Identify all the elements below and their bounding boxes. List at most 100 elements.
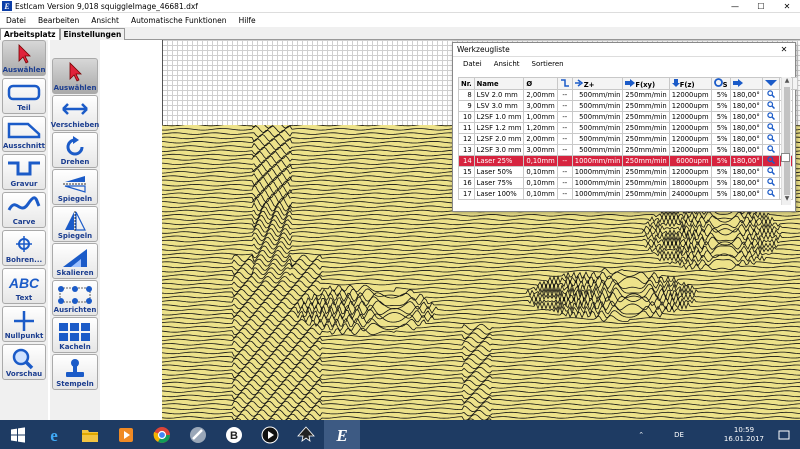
inkscape-icon[interactable]	[288, 420, 324, 449]
tool-search-icon[interactable]	[761, 144, 780, 156]
tool-cell: 250mm/min	[622, 177, 670, 189]
menu-automatische-funktionen[interactable]: Automatische Funktionen	[125, 16, 233, 25]
close-button[interactable]: ✕	[774, 0, 800, 13]
notification-icon[interactable]	[778, 429, 790, 441]
tool-auswaehlen-button[interactable]: Auswählen	[2, 40, 46, 76]
col-edit	[791, 77, 798, 90]
tool-bohren-button[interactable]: Bohren...	[2, 230, 46, 266]
col-stepover[interactable]	[729, 77, 763, 90]
tool-label: Carve	[12, 218, 36, 226]
col-name[interactable]: Name	[473, 77, 525, 90]
tool-cell: 500mm/min	[571, 89, 624, 101]
tool-gravur-button[interactable]: Gravur	[2, 154, 46, 190]
tool-list-menu-datei[interactable]: Datei	[463, 60, 482, 68]
maximize-button[interactable]: ☐	[748, 0, 774, 13]
transform-spiegeln-h-button[interactable]: Spiegeln	[52, 169, 98, 205]
tool-nullpunkt-button[interactable]: Nullpunkt	[2, 306, 46, 342]
tool-search-icon[interactable]	[761, 188, 780, 200]
tool-row[interactable]: 15 Laser 50% 0,10mm -- 1000mm/min 250mm/min 12…	[458, 166, 798, 178]
tool-search-icon[interactable]	[761, 177, 780, 189]
transform-auswaehlen-button[interactable]: Auswählen	[52, 58, 98, 94]
transform-toolbar: Auswählen Verschieben Drehen Spiegeln Sp…	[50, 40, 100, 420]
tool-cell: L2SF 1.2 mm	[473, 122, 525, 134]
panel-checkbox[interactable]	[781, 153, 790, 162]
transform-verschieben-button[interactable]: Verschieben	[51, 95, 99, 131]
play-circle-icon[interactable]	[252, 420, 288, 449]
tool-search-icon[interactable]	[761, 111, 780, 123]
col-tip-angle[interactable]	[761, 77, 780, 90]
tool-row[interactable]: 12 L2SF 2.0 mm 2,00mm -- 500mm/min 250mm/min 1…	[458, 133, 798, 145]
tool-ausschnitt-button[interactable]: Ausschnitt	[2, 116, 46, 152]
menu-bearbeiten[interactable]: Bearbeiten	[32, 16, 85, 25]
transform-stempeln-button[interactable]: Stempeln	[52, 354, 98, 390]
tool-cell: 1000mm/min	[571, 188, 624, 200]
menu-hilfe[interactable]: Hilfe	[233, 16, 262, 25]
tab-bar: Arbeitsplatz Einstellungen	[0, 27, 800, 40]
tool-text-button[interactable]: ABC Text	[2, 268, 46, 304]
clock[interactable]: 10:59 16.01.2017	[724, 426, 764, 444]
tool-list-scrollbar[interactable]: ▲ ▼	[781, 77, 791, 205]
tool-cell: 1,00mm	[523, 111, 558, 123]
tab-arbeitsplatz[interactable]: Arbeitsplatz	[0, 28, 60, 40]
tool-search-icon[interactable]	[761, 166, 780, 178]
chrome-icon[interactable]	[144, 420, 180, 449]
scroll-down-icon[interactable]: ▼	[782, 195, 792, 205]
tool-search-icon[interactable]	[761, 89, 780, 101]
tool-row[interactable]: 11 L2SF 1.2 mm 1,20mm -- 500mm/min 250mm/min 1…	[458, 122, 798, 134]
tool-carve-button[interactable]: Carve	[2, 192, 46, 228]
tool-search-icon[interactable]	[761, 122, 780, 134]
col-diameter[interactable]: Ø	[523, 77, 558, 90]
tool-label: Teil	[17, 104, 31, 112]
origin-cross-icon	[14, 311, 34, 331]
internet-explorer-icon[interactable]: e	[36, 420, 72, 449]
col-fz[interactable]: F(z)	[668, 77, 712, 90]
menu-datei[interactable]: Datei	[0, 16, 32, 25]
stamp-icon	[66, 359, 84, 377]
tool-row[interactable]: 10 L2SF 1.0 mm 1,00mm -- 500mm/min 250mm/min 1…	[458, 111, 798, 123]
tool-search-icon[interactable]	[761, 100, 780, 112]
tool-cell: --	[556, 188, 573, 200]
menu-ansicht[interactable]: Ansicht	[85, 16, 125, 25]
tool-list-close-button[interactable]: ✕	[773, 45, 795, 54]
file-explorer-icon[interactable]	[72, 420, 108, 449]
app-b-icon[interactable]: B	[216, 420, 252, 449]
tool-cell: L2SF 2.0 mm	[473, 133, 525, 145]
input-language[interactable]: DE	[674, 431, 684, 439]
tool-row[interactable]: 14 Laser 25% 0,10mm -- 1000mm/min 250mm/min 60…	[458, 155, 798, 167]
tool-label: Auswählen	[53, 84, 97, 92]
tool-teil-button[interactable]: Teil	[2, 78, 46, 114]
estlcam-icon[interactable]: E	[324, 420, 360, 449]
tool-cell: 250mm/min	[622, 133, 670, 145]
col-angle[interactable]	[556, 77, 573, 90]
tool-search-icon[interactable]	[761, 133, 780, 145]
tool-row[interactable]: 9 LSV 3.0 mm 3,00mm -- 500mm/min 250mm/min 120…	[458, 100, 798, 112]
tab-einstellungen[interactable]: Einstellungen	[59, 28, 126, 40]
col-speed[interactable]: S	[710, 77, 731, 90]
scroll-up-icon[interactable]: ▲	[782, 77, 792, 87]
tool-cell: 180,00°	[729, 144, 763, 156]
tool-vorschau-button[interactable]: Vorschau	[2, 344, 46, 380]
col-nr[interactable]: Nr.	[458, 77, 475, 90]
media-player-icon[interactable]	[108, 420, 144, 449]
col-zplus[interactable]: Z+	[571, 77, 624, 90]
transform-drehen-button[interactable]: Drehen	[52, 132, 98, 168]
tool-list-menu-ansicht[interactable]: Ansicht	[494, 60, 520, 68]
tool-row[interactable]: 8 LSV 2.0 mm 2,00mm -- 500mm/min 250mm/min 120…	[458, 89, 798, 101]
tool-icon[interactable]	[180, 420, 216, 449]
scroll-thumb[interactable]	[784, 87, 790, 195]
tool-row[interactable]: 16 Laser 75% 0,10mm -- 1000mm/min 250mm/min 18…	[458, 177, 798, 189]
transform-skalieren-button[interactable]: Skalieren	[52, 243, 98, 279]
minimize-button[interactable]: —	[722, 0, 748, 13]
transform-spiegeln-v-button[interactable]: Spiegeln	[52, 206, 98, 242]
tool-list-window[interactable]: Werkzeugliste ✕ Datei Ansicht Sortieren …	[452, 42, 798, 212]
tray-expand-icon[interactable]: ⌃	[638, 431, 644, 439]
tool-row[interactable]: 13 L2SF 3.0 mm 3,00mm -- 500mm/min 250mm/min 1…	[458, 144, 798, 156]
tool-list-menu-sortieren[interactable]: Sortieren	[532, 60, 564, 68]
transform-ausrichten-button[interactable]: Ausrichten	[52, 280, 98, 316]
transform-kacheln-button[interactable]: Kacheln	[52, 317, 98, 353]
col-fxy[interactable]: F(xy)	[622, 77, 670, 90]
windows-start-icon[interactable]	[0, 420, 36, 449]
tool-cell: Laser 50%	[473, 166, 525, 178]
tool-row[interactable]: 17 Laser 100% 0,10mm -- 1000mm/min 250mm/min 2…	[458, 188, 798, 200]
tool-search-icon[interactable]	[761, 155, 780, 167]
